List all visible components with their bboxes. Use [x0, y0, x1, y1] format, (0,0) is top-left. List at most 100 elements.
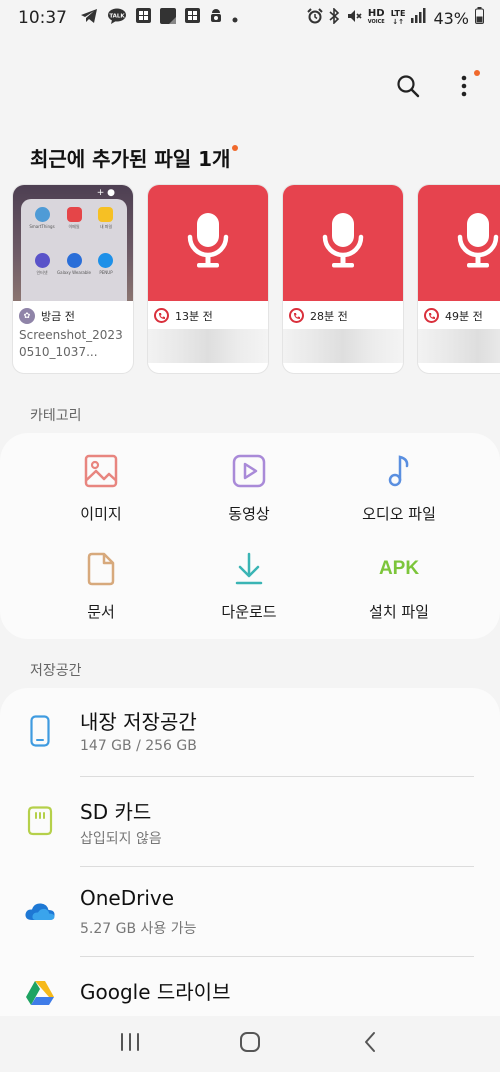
download-icon: [231, 551, 267, 587]
category-videos[interactable]: 동영상: [166, 433, 332, 531]
file-time: 방금 전: [41, 309, 75, 323]
audio-thumbnail: [283, 185, 403, 301]
recent-file-card[interactable]: 49분 전: [417, 184, 500, 374]
category-card: 이미지 동영상 오디오 파일 문서 다운로드 APK 설치 파일: [0, 433, 500, 639]
recent-file-card[interactable]: 13분 전: [147, 184, 269, 374]
status-time: 10:37: [18, 8, 67, 28]
storage-section-label: 저장공간: [30, 663, 82, 679]
file-name: Screenshot_20230510_1037...: [19, 328, 123, 359]
image-icon: [83, 453, 119, 489]
notification-badge: [474, 70, 480, 76]
storage-internal[interactable]: 내장 저장공간 147 GB / 256 GB: [0, 688, 500, 778]
mini-app: 이메일: [57, 207, 91, 247]
category-label: 다운로드: [221, 603, 277, 621]
category-audio[interactable]: 오디오 파일: [316, 433, 482, 531]
recents-icon: [119, 1032, 141, 1056]
call-recording-icon: [154, 308, 169, 323]
storage-title: Google 드라이브: [80, 980, 231, 1004]
lte-icon: LTE ↓↑: [390, 9, 406, 26]
status-bar: 10:37 TALK HD VOICE LTE ↓↑ 43%: [0, 0, 500, 36]
storage-subtitle: 5.27 GB 사용 가능: [80, 921, 197, 937]
recent-file-card[interactable]: + ● SmartThings 이메일 내 파일 인터넷 Galaxy Wear…: [12, 184, 134, 374]
divider: [80, 866, 474, 867]
more-dot-icon: [232, 8, 238, 28]
microphone-icon: [186, 211, 230, 275]
category-downloads[interactable]: 다운로드: [166, 531, 332, 629]
storage-subtitle: 147 GB / 256 GB: [80, 738, 197, 754]
music-note-icon: [381, 453, 417, 489]
bluetooth-icon: [329, 6, 340, 29]
google-drive-icon: [24, 976, 56, 1010]
app-grid-icon: [136, 8, 151, 28]
kakaotalk-icon: TALK: [107, 8, 127, 29]
home-button[interactable]: [230, 1024, 270, 1064]
storage-sd-card[interactable]: SD 카드 삽입되지 않음: [0, 778, 500, 868]
file-time: 13분 전: [175, 309, 213, 323]
divider: [80, 776, 474, 777]
mute-icon: [346, 8, 362, 29]
toolbar: [392, 70, 480, 104]
video-icon: [231, 453, 267, 489]
blurred-file-name: [148, 329, 268, 363]
onedrive-icon: [24, 894, 56, 928]
category-documents[interactable]: 문서: [18, 531, 184, 629]
battery-icon: [475, 7, 484, 29]
more-vertical-icon: [461, 75, 467, 101]
recent-files-title: 최근에 추가된 파일 1개: [30, 143, 239, 172]
new-badge: [232, 145, 239, 151]
back-button[interactable]: [350, 1024, 390, 1064]
recent-file-card[interactable]: 28분 전: [282, 184, 404, 374]
storage-card: 내장 저장공간 147 GB / 256 GB SD 카드 삽입되지 않음 On…: [0, 688, 500, 1018]
storage-onedrive[interactable]: OneDrive 5.27 GB 사용 가능: [0, 868, 500, 958]
navigation-bar: [0, 1016, 500, 1072]
svg-text:TALK: TALK: [109, 13, 125, 19]
more-options-button[interactable]: [448, 70, 480, 104]
mini-app: Galaxy Wearable: [57, 253, 91, 293]
home-icon: [239, 1031, 261, 1057]
divider: [80, 956, 474, 957]
document-icon: [83, 551, 119, 587]
telegram-icon: [80, 8, 98, 29]
mini-app: 인터넷: [27, 253, 57, 293]
audio-thumbnail: [148, 185, 268, 301]
category-label: 설치 파일: [369, 603, 429, 621]
category-section-label: 카테고리: [30, 408, 82, 424]
mini-app: SmartThings: [27, 207, 57, 247]
storage-title: 내장 저장공간: [80, 710, 197, 734]
file-time: 28분 전: [310, 309, 348, 323]
call-recording-icon: [289, 308, 304, 323]
search-button[interactable]: [392, 72, 424, 104]
screenshot-thumbnail: + ● SmartThings 이메일 내 파일 인터넷 Galaxy Wear…: [13, 185, 133, 301]
gallery-app-icon: ✿: [19, 307, 35, 324]
category-label: 동영상: [228, 505, 270, 523]
signal-icon: [411, 8, 427, 28]
blurred-file-name: [283, 329, 403, 363]
phone-icon: [24, 714, 56, 748]
hd-voice-icon: HD VOICE: [367, 8, 385, 26]
microphone-icon: [456, 211, 500, 275]
call-recording-icon: [424, 308, 439, 323]
battery-text: 43%: [433, 8, 469, 28]
app-grid-icon-2: [185, 8, 200, 28]
recent-files-list: + ● SmartThings 이메일 내 파일 인터넷 Galaxy Wear…: [12, 184, 500, 374]
audio-thumbnail: [418, 185, 500, 301]
recents-button[interactable]: [110, 1024, 150, 1064]
storage-title: SD 카드: [80, 800, 152, 824]
android-icon: [209, 8, 223, 29]
blurred-file-name: [418, 329, 500, 363]
storage-title: OneDrive: [80, 886, 175, 910]
storage-google-drive[interactable]: Google 드라이브: [0, 958, 500, 1018]
mini-app: PENUP: [91, 253, 121, 293]
category-label: 문서: [87, 603, 115, 621]
alarm-icon: [307, 7, 323, 29]
category-install-files[interactable]: APK 설치 파일: [316, 531, 482, 629]
microphone-icon: [321, 211, 365, 275]
category-images[interactable]: 이미지: [18, 433, 184, 531]
file-time: 49분 전: [445, 309, 483, 323]
apk-icon: APK: [378, 558, 420, 579]
search-icon: [396, 74, 420, 102]
category-label: 이미지: [80, 505, 122, 523]
sd-card-icon: [24, 804, 56, 838]
back-icon: [363, 1031, 377, 1057]
app-square-icon: [160, 7, 176, 29]
